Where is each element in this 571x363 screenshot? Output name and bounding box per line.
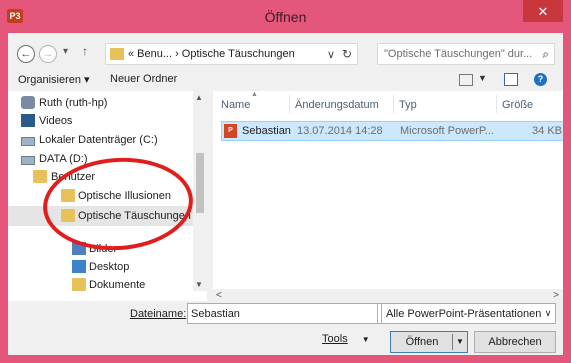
- file-date: 13.07.2014 14:28: [297, 125, 383, 137]
- pictures-icon: [72, 242, 86, 255]
- column-separator[interactable]: [289, 95, 290, 113]
- navigation-pane[interactable]: Ruth (ruth-hp) Videos Lokaler Datenträge…: [8, 91, 207, 301]
- folder-icon: [61, 189, 75, 202]
- refresh-icon[interactable]: ↻: [342, 47, 352, 61]
- filename-label-text: Dateiname:: [130, 308, 187, 320]
- file-name: Sebastian: [242, 125, 291, 137]
- open-split-dropdown-icon[interactable]: ▼: [452, 334, 467, 350]
- search-placeholder: "Optische Täuschungen" dur...: [384, 48, 533, 60]
- drive-icon: [21, 156, 35, 165]
- open-button[interactable]: Öffnen ▼: [390, 331, 468, 353]
- up-button[interactable]: ↑: [82, 44, 88, 58]
- new-folder-button[interactable]: Neuer Ordner: [110, 73, 177, 85]
- help-icon[interactable]: ?: [534, 73, 547, 86]
- close-button[interactable]: ✕: [523, 0, 563, 22]
- folder-icon: [110, 48, 124, 60]
- address-dropdown-icon[interactable]: ∨: [327, 48, 335, 61]
- dialog-client-area: ← → ▾ ↑ « Benu... › Optische Täuschungen…: [8, 33, 563, 355]
- preview-pane-icon[interactable]: [504, 73, 518, 86]
- address-bar[interactable]: « Benu... › Optische Täuschungen ∨ ↻: [105, 43, 358, 65]
- nav-item-label: Ruth (ruth-hp): [39, 97, 108, 109]
- forward-button[interactable]: →: [39, 45, 57, 63]
- command-bar: Organisieren ▾ Neuer Ordner ▼ ?: [8, 69, 563, 91]
- nav-item-optische-illusionen[interactable]: Optische Illusionen: [8, 186, 207, 206]
- nav-item-label: DATA (D:): [39, 153, 88, 165]
- documents-icon: [72, 278, 86, 291]
- file-list-pane[interactable]: ▲ Name Änderungsdatum Typ Größe P Sebast…: [213, 91, 563, 301]
- view-dropdown-icon[interactable]: ▼: [478, 73, 487, 83]
- nav-item-benutzer[interactable]: Benutzer: [8, 167, 207, 187]
- folder-icon: [61, 209, 75, 222]
- nav-item-videos[interactable]: Videos: [8, 111, 207, 131]
- column-separator[interactable]: [393, 95, 394, 113]
- chevron-down-icon: ▼: [361, 335, 370, 344]
- tools-label: Tools: [322, 333, 348, 345]
- powerpoint-file-icon: P: [224, 124, 237, 138]
- tools-menu[interactable]: Tools ▼: [322, 333, 370, 345]
- file-size: 34 KB: [532, 125, 562, 137]
- open-button-label: Öffnen: [405, 336, 439, 348]
- nav-item-data-d[interactable]: DATA (D:): [8, 149, 207, 169]
- column-separator[interactable]: [496, 95, 497, 113]
- column-header-size[interactable]: Größe: [502, 99, 533, 111]
- scroll-thumb[interactable]: [196, 153, 204, 213]
- column-header-date[interactable]: Änderungsdatum: [295, 99, 379, 111]
- chevron-down-icon[interactable]: ∨: [541, 304, 555, 323]
- open-dialog-window: P3 Öffnen ✕ ← → ▾ ↑ « Benu... › Optische…: [0, 0, 571, 363]
- file-horizontal-scrollbar[interactable]: < >: [213, 289, 563, 301]
- filetype-value: Alle PowerPoint-Präsentationen: [386, 308, 542, 320]
- scroll-left-icon[interactable]: <: [216, 290, 222, 301]
- recent-locations-dropdown[interactable]: ▾: [63, 46, 68, 57]
- address-path[interactable]: « Benu... › Optische Täuschungen: [128, 48, 295, 60]
- sort-arrow-icon: ▲: [251, 91, 258, 98]
- filetype-select[interactable]: Alle PowerPoint-Präsentationen ∨: [381, 303, 556, 324]
- title-bar[interactable]: P3 Öffnen ✕: [0, 0, 571, 33]
- video-icon: [21, 114, 35, 127]
- file-row[interactable]: P Sebastian 13.07.2014 14:28 Microsoft P…: [221, 121, 563, 141]
- folder-icon: [33, 170, 47, 183]
- nav-item-local-disk-c[interactable]: Lokaler Datenträger (C:): [8, 130, 207, 150]
- scroll-down-icon[interactable]: ▼: [195, 280, 203, 289]
- search-icon[interactable]: ⌕: [542, 47, 549, 62]
- cancel-button[interactable]: Abbrechen: [474, 331, 556, 353]
- back-button[interactable]: ←: [17, 45, 35, 63]
- dialog-title: Öffnen: [264, 9, 307, 25]
- column-header-type[interactable]: Typ: [399, 99, 417, 111]
- nav-item-desktop[interactable]: Desktop: [8, 257, 207, 277]
- user-icon: [21, 96, 35, 109]
- filename-input[interactable]: Sebastian: [187, 303, 378, 324]
- column-header-name[interactable]: Name: [221, 99, 250, 111]
- nav-item-bilder[interactable]: Bilder: [8, 239, 207, 259]
- nav-item-label: Lokaler Datenträger (C:): [39, 134, 158, 146]
- nav-item-dokumente[interactable]: Dokumente: [8, 275, 207, 295]
- scroll-right-icon[interactable]: >: [553, 290, 559, 301]
- nav-vertical-scrollbar[interactable]: ▲ ▼: [193, 91, 207, 291]
- view-options-icon[interactable]: [459, 74, 473, 86]
- nav-item-ruth[interactable]: Ruth (ruth-hp): [8, 93, 207, 113]
- nav-item-optische-taeuschungen[interactable]: Optische Täuschungen: [8, 206, 207, 226]
- file-type: Microsoft PowerP...: [400, 125, 494, 137]
- nav-item-label: Optische Täuschungen: [78, 210, 191, 222]
- nav-item-label: Bilder: [89, 243, 118, 255]
- filename-label: Dateiname:: [130, 308, 186, 320]
- drive-icon: [21, 137, 35, 146]
- nav-item-label: Optische Illusionen: [78, 190, 171, 202]
- scroll-up-icon[interactable]: ▲: [195, 93, 203, 102]
- nav-item-label: Benutzer: [51, 171, 96, 183]
- search-box[interactable]: "Optische Täuschungen" dur... ⌕: [377, 43, 555, 65]
- desktop-icon: [72, 260, 86, 273]
- organize-menu[interactable]: Organisieren ▾: [18, 73, 90, 86]
- nav-item-label: Desktop: [89, 261, 130, 273]
- nav-item-label: Videos: [39, 115, 73, 127]
- nav-item-label: Dokumente: [89, 279, 146, 291]
- filename-value: Sebastian: [191, 308, 240, 320]
